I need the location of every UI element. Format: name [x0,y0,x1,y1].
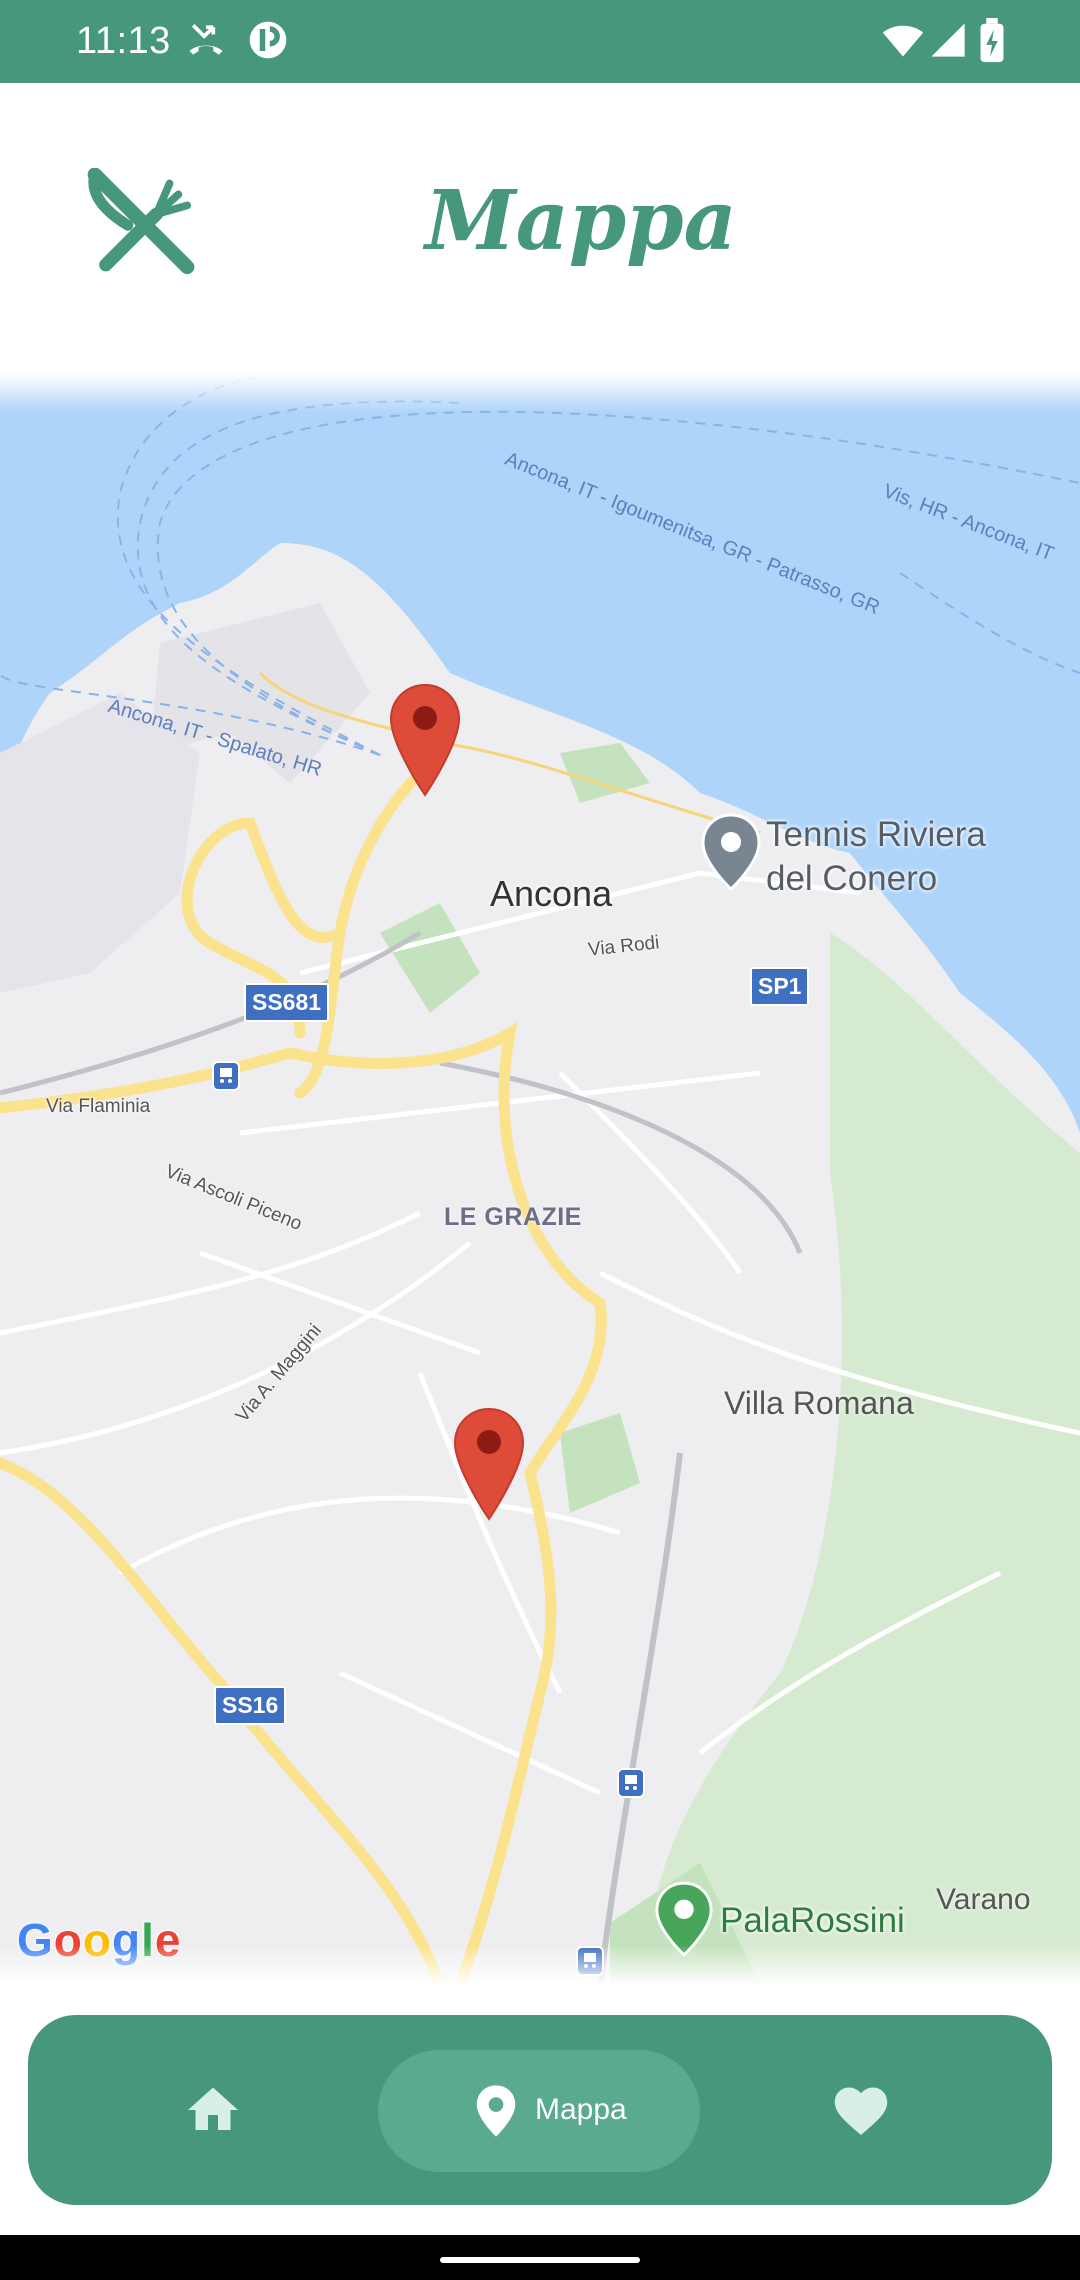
restaurant-marker-icon[interactable] [452,1407,526,1521]
google-logo-e: e [154,1914,182,1966]
app-header: Mappa [0,83,1080,373]
heart-icon[interactable] [831,2082,891,2138]
poi-label-palarossini[interactable]: PalaRossini [720,1901,905,1941]
district-label-le-grazie: LE GRAZIE [444,1203,582,1231]
signal-icon [931,23,965,57]
google-logo-g2: g [112,1914,142,1966]
poi-pin-icon[interactable] [700,813,762,893]
city-label-ancona: Ancona [490,873,613,914]
poi-label-tennis-line2[interactable]: del Conero [766,857,937,901]
battery-charging-icon [980,18,1004,63]
home-icon[interactable] [183,2080,243,2140]
home-gesture-indicator[interactable] [440,2257,640,2263]
wifi-icon [882,25,924,57]
google-logo-g: G [17,1914,54,1966]
train-station-icon[interactable] [576,1946,604,1976]
google-logo-o1: o [53,1914,83,1966]
fork-knife-icon [87,168,195,275]
map-pin-icon [476,2085,516,2137]
status-time: 11:13 [76,20,171,62]
train-station-icon[interactable] [617,1768,645,1798]
restaurant-marker-icon[interactable] [388,683,462,797]
nav-item-mappa-label: Mappa [535,2093,627,2126]
poi-pin-icon[interactable] [654,1881,714,1959]
poi-label-tennis-line1[interactable]: Tennis Riviera [766,813,986,857]
map-view[interactable]: Ancona, IT - Igoumenitsa, GR - Patrasso,… [0,373,1080,1985]
street-label-via-flaminia: Via Flaminia [46,1096,151,1117]
area-label-villa-romana: Villa Romana [724,1385,914,1421]
road-shield-ss16: SS16 [214,1686,287,1725]
google-logo[interactable]: Google [17,1913,181,1967]
google-logo-o2: o [82,1914,112,1966]
page-title: Mappa [425,173,737,269]
nav-item-mappa[interactable]: Mappa [378,2050,700,2172]
road-shield-sp1: SP1 [750,967,810,1006]
area-label-varano: Varano [936,1883,1031,1916]
system-navigation-bar [0,2235,1080,2280]
train-station-icon[interactable] [212,1061,240,1091]
google-logo-l: l [141,1914,155,1966]
missed-call-icon [189,24,223,55]
road-shield-ss681: SS681 [244,983,330,1022]
bottom-navigation-bar: Mappa [28,2015,1052,2205]
app-notification-icon [249,21,287,59]
status-bar: 11:13 [0,0,1080,83]
